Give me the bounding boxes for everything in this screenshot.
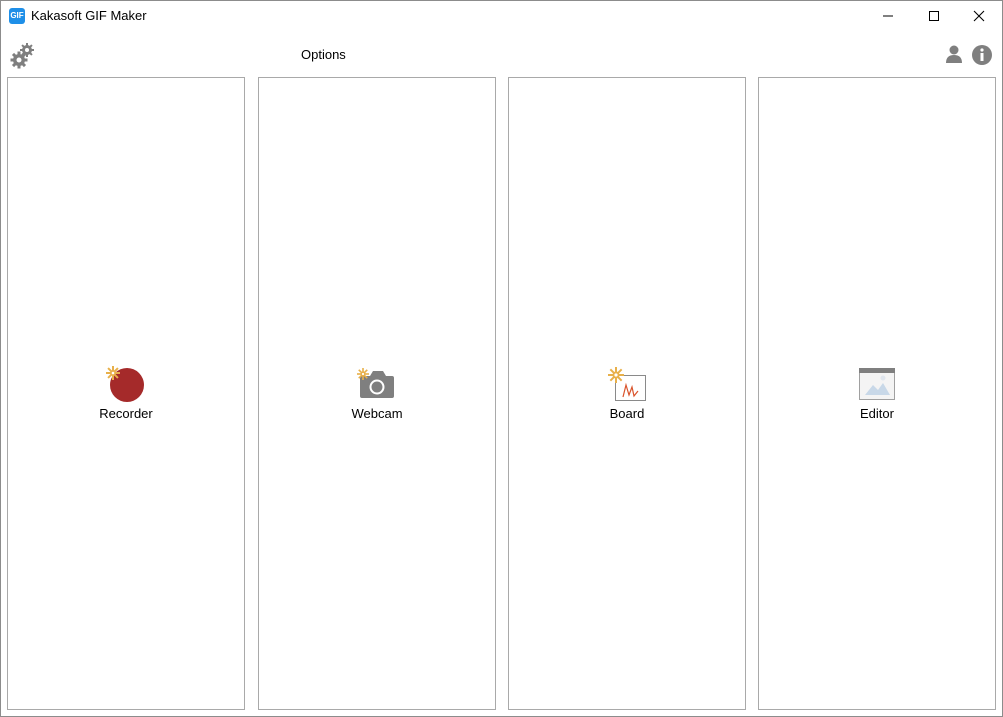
close-icon — [973, 10, 985, 22]
app-logo-icon: GIF — [9, 8, 25, 24]
webcam-panel[interactable]: Webcam — [258, 77, 496, 710]
gears-icon — [10, 43, 34, 69]
maximize-button[interactable] — [911, 1, 957, 31]
editor-image-icon — [857, 366, 897, 402]
editor-panel[interactable]: Editor — [758, 77, 996, 710]
board-panel[interactable]: Board — [508, 77, 746, 710]
recorder-label: Recorder — [99, 406, 153, 421]
user-icon — [946, 45, 962, 63]
board-label: Board — [609, 406, 645, 421]
window-title: Kakasoft GIF Maker — [31, 8, 147, 23]
close-button[interactable] — [956, 1, 1002, 31]
board-icon — [607, 366, 647, 402]
toolbar: Options — [1, 31, 1002, 77]
camera-icon — [357, 366, 397, 402]
maximize-icon — [929, 11, 939, 21]
settings-button[interactable] — [10, 41, 36, 69]
info-icon — [972, 45, 992, 65]
info-button[interactable] — [971, 44, 993, 66]
title-bar[interactable]: GIF Kakasoft GIF Maker — [1, 1, 1002, 31]
user-button[interactable] — [944, 44, 964, 64]
minimize-button[interactable] — [865, 1, 911, 31]
webcam-label: Webcam — [351, 406, 403, 421]
minimize-icon — [883, 15, 893, 17]
app-window: GIF Kakasoft GIF Maker Options Recorder … — [0, 0, 1003, 717]
options-label[interactable]: Options — [301, 47, 346, 62]
editor-label: Editor — [860, 406, 894, 421]
recorder-panel[interactable]: Recorder — [7, 77, 245, 710]
record-icon — [106, 366, 146, 402]
